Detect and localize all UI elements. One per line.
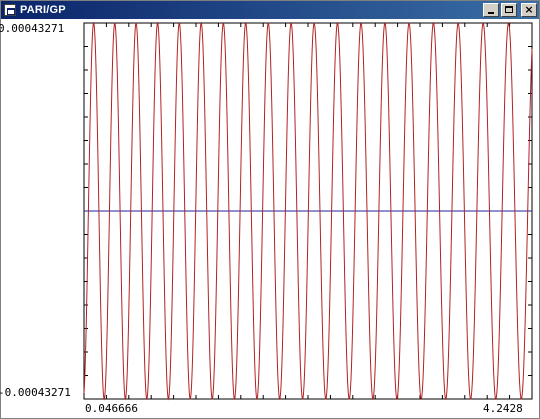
x-max-label: 4.2428 <box>483 402 523 415</box>
plot-canvas <box>83 21 533 401</box>
window-controls: × <box>483 3 537 17</box>
plot-area: 0.00043271 -0.00043271 0.046666 4.2428 <box>0 19 539 418</box>
minimize-icon <box>488 12 494 14</box>
maximize-icon <box>505 6 513 13</box>
maximize-button[interactable] <box>501 3 517 17</box>
y-min-label: -0.00043271 <box>0 386 71 399</box>
close-icon: × <box>524 3 534 16</box>
close-button[interactable]: × <box>521 3 537 17</box>
title-bar[interactable]: PARI/GP × <box>1 1 539 19</box>
window-title: PARI/GP <box>20 4 66 16</box>
app-window-icon[interactable] <box>4 4 16 16</box>
pari-gp-window: PARI/GP × 0.00043271 -0.00043271 0.04666… <box>0 0 540 419</box>
minimize-button[interactable] <box>483 3 499 17</box>
y-max-label: 0.00043271 <box>0 22 65 35</box>
x-min-label: 0.046666 <box>85 402 138 415</box>
